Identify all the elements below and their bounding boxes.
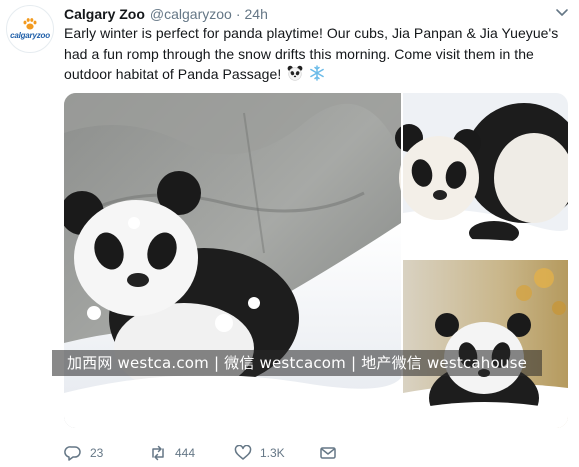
panda-face-icon xyxy=(287,65,303,81)
retweet-icon xyxy=(152,445,164,461)
avatar-wordmark: calgaryzoo xyxy=(10,31,50,40)
retweet-button[interactable]: 444 xyxy=(149,445,234,461)
tweet-card[interactable]: calgaryzoo Calgary Zoo @calgaryzoo · 24h… xyxy=(0,0,579,467)
reply-count: 23 xyxy=(90,446,104,460)
header-separator: · xyxy=(235,6,241,22)
paw-logo-icon xyxy=(23,18,37,30)
chevron-down-icon[interactable] xyxy=(555,8,569,18)
reply-button[interactable]: 23 xyxy=(64,445,149,461)
watermark-banner: 加西网 westca.com | 微信 westcacom | 地产微信 wes… xyxy=(52,350,542,376)
retweet-count: 444 xyxy=(175,446,196,460)
account-handle[interactable]: @calgaryzoo xyxy=(150,6,232,22)
photo-large[interactable] xyxy=(64,93,405,428)
direct-message-button[interactable] xyxy=(319,445,359,461)
photo-top-right[interactable] xyxy=(395,93,568,258)
photo-bottom-right[interactable] xyxy=(403,260,568,428)
tweet-text: Early winter is perfect for panda playti… xyxy=(64,23,564,85)
envelope-icon xyxy=(320,447,336,459)
reply-icon xyxy=(64,446,81,461)
tweet-timestamp[interactable]: 24h xyxy=(245,6,268,22)
panda-photos xyxy=(64,93,568,428)
like-button[interactable]: 1.3K xyxy=(234,445,319,461)
like-count: 1.3K xyxy=(260,446,285,460)
tweet-header: Calgary Zoo @calgaryzoo · 24h xyxy=(64,5,268,23)
avatar[interactable]: calgaryzoo xyxy=(6,5,54,53)
snowflake-icon xyxy=(310,65,325,81)
account-name[interactable]: Calgary Zoo xyxy=(64,6,145,22)
tweet-media-grid[interactable] xyxy=(64,93,568,428)
tweet-actions: 23 444 1.3K xyxy=(64,444,359,462)
heart-icon xyxy=(234,445,252,460)
